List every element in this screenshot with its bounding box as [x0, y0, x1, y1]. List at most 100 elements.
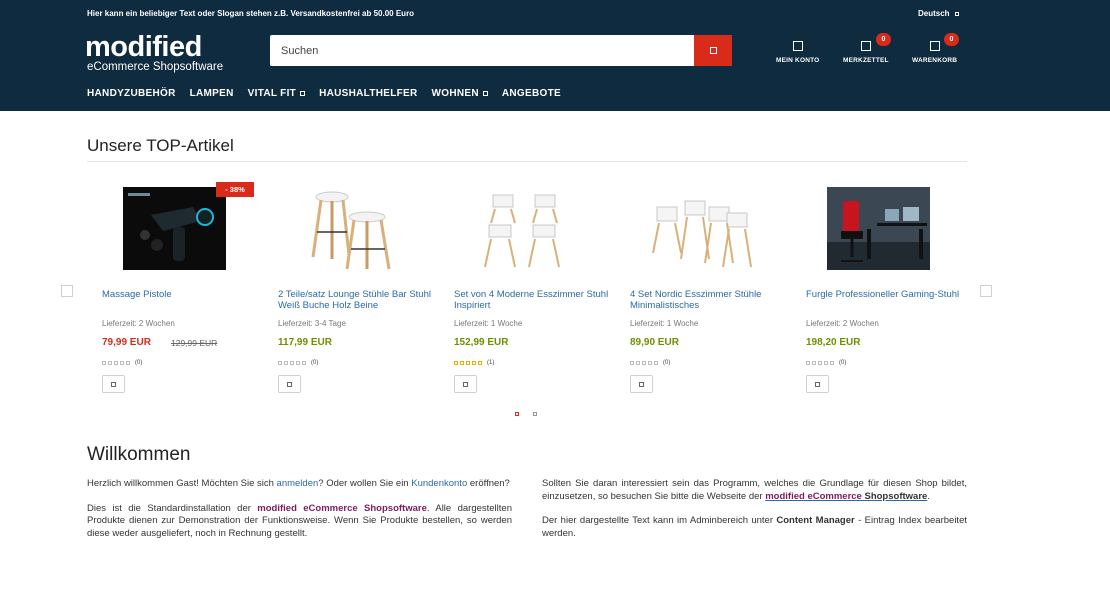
- welcome-paragraph: Dies ist die Standardinstallation der mo…: [87, 503, 512, 541]
- product-image-bar-stools[interactable]: [299, 187, 402, 270]
- star-icon: [302, 361, 306, 365]
- nav-label: HAUSHALTHELFER: [319, 88, 418, 99]
- product-image-dining-chairs-4[interactable]: [475, 187, 578, 270]
- delivery-time: Lieferzeit: 3-4 Tage: [278, 319, 346, 328]
- review-count: (1): [487, 360, 495, 366]
- nav-item-haushalthelfer[interactable]: HAUSHALTHELFER: [319, 88, 417, 99]
- star-icon: [478, 361, 482, 365]
- cart-count-badge: 0: [944, 33, 959, 46]
- star-icon: [812, 361, 816, 365]
- text: Dies ist die Standardinstallation der: [87, 502, 258, 514]
- search-input[interactable]: [270, 35, 694, 66]
- star-icon: [806, 361, 810, 365]
- nav-label: ANGEBOTE: [501, 88, 561, 99]
- product-image-massage-gun[interactable]: [123, 187, 226, 270]
- cart-link[interactable]: 0 WARENKORB: [912, 33, 959, 64]
- nav-item-wohnen[interactable]: WOHNEN: [432, 88, 488, 99]
- product-price: 79,99 EUR: [102, 337, 151, 348]
- text: Herzlich willkommen Gast! Möchten Sie si…: [87, 478, 277, 489]
- welcome-paragraph: Herzlich willkommen Gast! Möchten Sie si…: [87, 478, 512, 491]
- review-count: (0): [135, 360, 143, 366]
- product-name-link[interactable]: Furgle Professioneller Gaming-Stuhl: [806, 289, 961, 300]
- star-icon: [630, 361, 634, 365]
- brand-name: modified eCommerce Shopsoftware: [257, 502, 427, 514]
- welcome-column-right: Sollten Sie daran interessiert sein das …: [542, 478, 967, 552]
- cart-icon: [815, 381, 820, 387]
- cart-icon: [463, 381, 468, 387]
- delivery-time: Lieferzeit: 2 Wochen: [806, 319, 879, 328]
- modified-website-link[interactable]: modified eCommerce Shopsoftware: [765, 491, 927, 502]
- nav-item-vital-fit[interactable]: VITAL FIT: [247, 88, 306, 99]
- product-price: 117,99 EUR: [278, 337, 332, 348]
- wishlist-link[interactable]: 0 MERKZETTEL: [843, 33, 891, 64]
- product-name-link[interactable]: Set von 4 Moderne Esszimmer Stuhl Inspir…: [454, 289, 609, 311]
- rating-stars: (0): [806, 360, 846, 366]
- star-icon: [102, 361, 106, 365]
- user-icon: [792, 41, 803, 51]
- text: ? Oder wollen Sie ein: [318, 478, 412, 489]
- welcome-title: Willkommen: [87, 444, 191, 465]
- star-icon: [290, 361, 294, 365]
- heart-icon: [860, 41, 871, 51]
- brand-name: modified eCommerce: [765, 490, 862, 502]
- site-header: Hier kann ein beliebiger Text oder Sloga…: [0, 0, 1110, 111]
- review-count: (0): [839, 360, 847, 366]
- add-to-cart-button[interactable]: [102, 375, 125, 393]
- login-link[interactable]: anmelden: [277, 478, 319, 489]
- product-image-nordic-chairs[interactable]: [651, 187, 754, 270]
- brand-name: Shopsoftware: [864, 490, 928, 502]
- carousel-dot[interactable]: [533, 412, 537, 416]
- star-icon: [454, 361, 458, 365]
- rating-stars: (0): [102, 360, 142, 366]
- language-label: Deutsch: [918, 9, 950, 18]
- search-icon: [709, 47, 717, 54]
- chevron-down-icon: [954, 11, 959, 16]
- product-name-link[interactable]: Massage Pistole: [102, 289, 257, 300]
- carousel-dot[interactable]: [515, 412, 519, 416]
- create-account-link[interactable]: Kundenkonto: [411, 478, 467, 489]
- logo[interactable]: modified eCommerce Shopsoftware: [85, 31, 224, 74]
- delivery-time: Lieferzeit: 1 Woche: [630, 319, 699, 328]
- account-label: MEIN KONTO: [776, 57, 820, 64]
- add-to-cart-button[interactable]: [806, 375, 829, 393]
- nav-item-angebote[interactable]: ANGEBOTE: [502, 88, 561, 99]
- nav-item-lampen[interactable]: LAMPEN: [190, 88, 234, 99]
- add-to-cart-button[interactable]: [630, 375, 653, 393]
- product-name-link[interactable]: 4 Set Nordic Esszimmer Stühle Minimalist…: [630, 289, 785, 311]
- star-icon: [466, 361, 470, 365]
- logo-tagline: eCommerce Shopsoftware: [87, 61, 224, 73]
- product-image-gaming-chair[interactable]: [827, 187, 930, 270]
- review-count: (0): [311, 360, 319, 366]
- wishlist-count-badge: 0: [876, 33, 891, 46]
- text: .: [927, 490, 930, 502]
- cart-icon: [111, 381, 116, 387]
- divider: [87, 161, 967, 162]
- carousel-prev-button[interactable]: [61, 285, 73, 297]
- product-price: 152,99 EUR: [454, 337, 509, 348]
- delivery-time: Lieferzeit: 1 Woche: [454, 319, 523, 328]
- account-link[interactable]: MEIN KONTO: [776, 41, 819, 64]
- cart-icon: [639, 381, 644, 387]
- chevron-down-icon: [300, 91, 306, 96]
- nav-label: VITAL FIT: [247, 88, 297, 99]
- nav-item-handyzubehoer[interactable]: HANDYZUBEHÖR: [87, 88, 176, 99]
- section-title-top-articles: Unsere TOP-Artikel: [87, 136, 234, 155]
- delivery-time: Lieferzeit: 2 Wochen: [102, 319, 175, 328]
- add-to-cart-button[interactable]: [278, 375, 301, 393]
- product-name-link[interactable]: 2 Teile/satz Lounge Stühle Bar Stuhl Wei…: [278, 289, 433, 311]
- main-nav: HANDYZUBEHÖR LAMPEN VITAL FIT HAUSHALTHE…: [87, 88, 561, 99]
- rating-stars: (0): [630, 360, 670, 366]
- add-to-cart-button[interactable]: [454, 375, 477, 393]
- star-icon: [472, 361, 476, 365]
- language-selector[interactable]: Deutsch: [918, 9, 959, 18]
- cart-icon: [929, 41, 940, 51]
- star-icon: [120, 361, 124, 365]
- star-icon: [824, 361, 828, 365]
- star-icon: [654, 361, 658, 365]
- star-icon: [278, 361, 282, 365]
- nav-label: LAMPEN: [189, 88, 234, 99]
- logo-wordmark: modified: [85, 31, 202, 63]
- star-icon: [296, 361, 300, 365]
- search-button[interactable]: [694, 35, 732, 66]
- star-icon: [284, 361, 288, 365]
